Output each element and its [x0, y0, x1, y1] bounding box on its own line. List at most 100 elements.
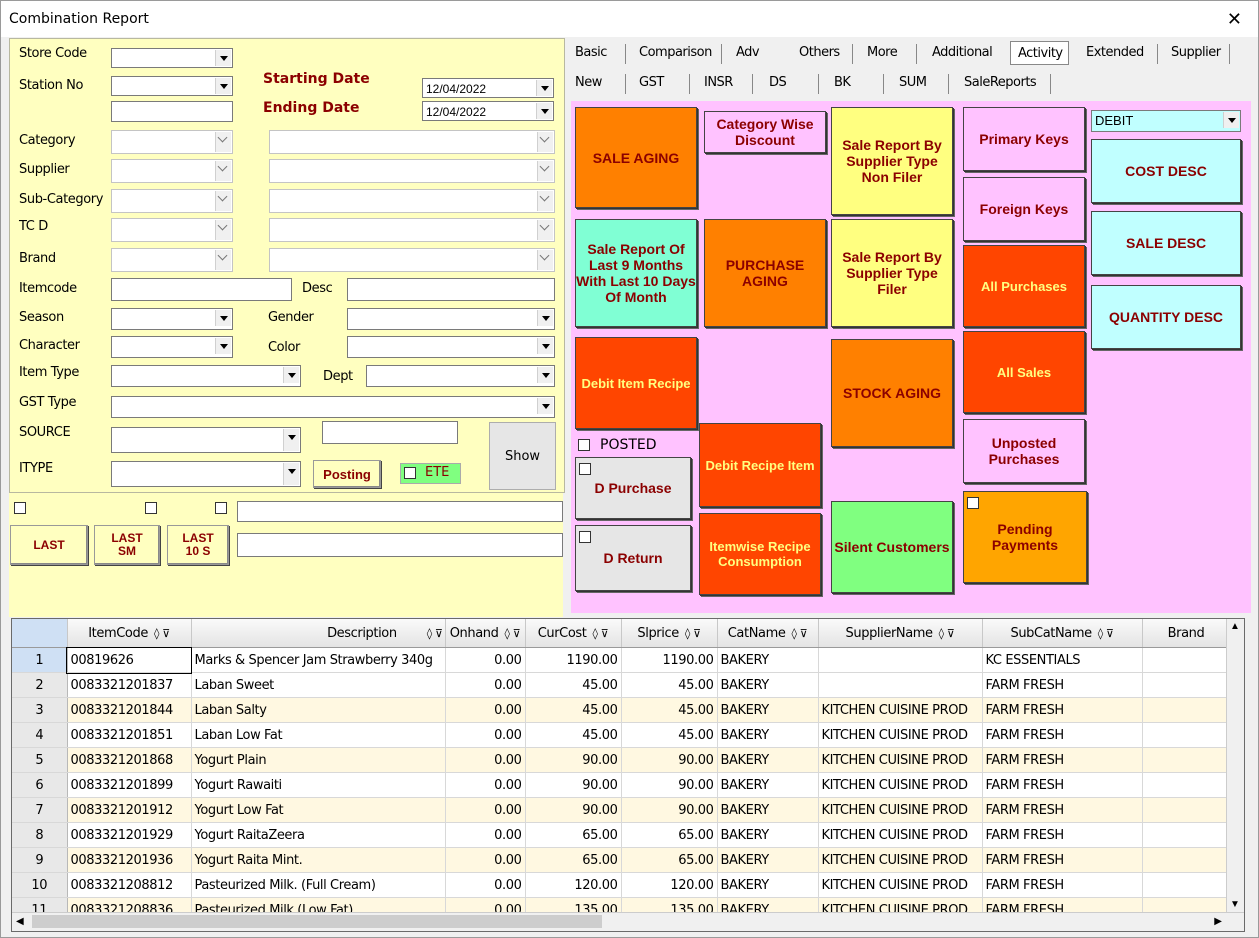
station-no-select[interactable]	[111, 76, 233, 96]
brand-select[interactable]	[111, 248, 233, 272]
cell-n[interactable]: 3	[12, 697, 68, 723]
quick-checkbox-2[interactable]	[145, 502, 157, 514]
cell-onhand[interactable]: 0.00	[445, 822, 526, 848]
table-row[interactable]: 9 0083321201936 Yogurt Raita Mint. 0.00 65.0…	[12, 847, 1231, 873]
tab-basic[interactable]: Basic	[575, 45, 607, 60]
cell-price[interactable]: 45.00	[621, 697, 718, 723]
d-purchase-button[interactable]: D Purchase	[575, 457, 691, 519]
cell-sup[interactable]: KITCHEN CUISINE PROD	[818, 747, 983, 773]
tab-additional[interactable]: Additional	[932, 45, 993, 60]
horizontal-scrollbar[interactable]: ◀ ▶	[12, 912, 1244, 931]
column-header[interactable]: SupplierName ◊ ⊽	[818, 619, 983, 648]
cell-cost[interactable]: 90.00	[525, 797, 622, 823]
table-row[interactable]: 1 00819626 Marks & Spencer Jam Strawberry …	[12, 646, 1231, 674]
table-row[interactable]: 2 0083321201837 Laban Sweet 0.00 45.00 45.00 B…	[12, 672, 1231, 698]
cell-sup[interactable]	[818, 672, 983, 698]
cell-cat[interactable]: BAKERY	[717, 697, 819, 723]
cell-cost[interactable]: 65.00	[525, 847, 622, 873]
cell-cat[interactable]: BAKERY	[717, 847, 819, 873]
gender-select[interactable]	[347, 308, 555, 330]
cell-brand[interactable]	[1142, 797, 1231, 823]
tab-salereports[interactable]: SaleReports	[964, 75, 1037, 90]
quick-text-field-1[interactable]	[237, 501, 563, 522]
cell-n[interactable]: 2	[12, 672, 68, 698]
cell-price[interactable]: 90.00	[621, 772, 718, 798]
filter-icon[interactable]: ◊ ⊽	[504, 627, 520, 640]
cell-sub[interactable]: FARM FRESH	[982, 672, 1143, 698]
sale-report-non-filer-button[interactable]: Sale Report By Supplier Type Non Filer	[831, 107, 953, 215]
column-header[interactable]: Description ◊ ⊽	[191, 619, 446, 648]
cell-sub[interactable]: FARM FRESH	[982, 772, 1143, 798]
desc-field[interactable]	[347, 278, 555, 301]
cell-sup[interactable]: KITCHEN CUISINE PROD	[818, 847, 983, 873]
column-header[interactable]: Onhand ◊ ⊽	[445, 619, 526, 648]
pending-payments-button[interactable]: Pending Payments	[963, 491, 1087, 583]
cell-code[interactable]: 0083321208812	[67, 872, 192, 898]
cell-cost[interactable]: 120.00	[525, 872, 622, 898]
debit-select[interactable]: DEBIT	[1091, 110, 1241, 132]
cell-sub[interactable]: FARM FRESH	[982, 722, 1143, 748]
cell-code[interactable]: 0083321201936	[67, 847, 192, 873]
cell-desc[interactable]: Laban Salty	[191, 697, 446, 723]
cell-code[interactable]: 0083321201929	[67, 822, 192, 848]
filter-icon[interactable]: ◊ ⊽	[1098, 627, 1114, 640]
column-header[interactable]: SubCatName ◊ ⊽	[982, 619, 1143, 648]
d-return-checkbox[interactable]	[579, 531, 591, 543]
cell-onhand[interactable]: 0.00	[445, 672, 526, 698]
sub-category-select[interactable]	[111, 189, 233, 213]
cell-n[interactable]: 5	[12, 747, 68, 773]
table-row[interactable]: 5 0083321201868 Yogurt Plain 0.00 90.00 90.00…	[12, 747, 1231, 773]
cell-n[interactable]: 6	[12, 772, 68, 798]
cell-desc[interactable]: Yogurt Plain	[191, 747, 446, 773]
tab-comparison[interactable]: Comparison	[639, 45, 712, 60]
cell-code[interactable]: 0083321201899	[67, 772, 192, 798]
filter-icon[interactable]: ◊ ⊽	[592, 627, 608, 640]
ete-checkbox[interactable]	[404, 467, 416, 479]
cell-cat[interactable]: BAKERY	[717, 772, 819, 798]
debit-recipe-item-button[interactable]: Debit Recipe Item	[699, 423, 821, 507]
tab-bk[interactable]: BK	[834, 75, 851, 90]
items-grid[interactable]: ItemCode ◊ ⊽ Description ◊ ⊽ Onhand ◊ ⊽ Cur…	[11, 618, 1245, 932]
primary-keys-button[interactable]: Primary Keys	[963, 107, 1085, 171]
station-text-field[interactable]	[111, 101, 233, 122]
filter-icon[interactable]: ◊ ⊽	[154, 627, 170, 640]
category-select[interactable]	[111, 130, 233, 154]
cell-desc[interactable]: Yogurt Low Fat	[191, 797, 446, 823]
table-row[interactable]: 10 0083321208812 Pasteurized Milk. (Full C…	[12, 872, 1231, 898]
stock-aging-button[interactable]: STOCK AGING	[831, 339, 953, 447]
cell-cost[interactable]: 45.00	[525, 722, 622, 748]
column-header[interactable]: CurCost ◊ ⊽	[525, 619, 622, 648]
filter-icon[interactable]: ◊ ⊽	[685, 627, 701, 640]
cell-brand[interactable]	[1142, 747, 1231, 773]
cell-n[interactable]: 1	[12, 647, 68, 673]
scroll-right-icon[interactable]: ▶	[1214, 916, 1222, 927]
cost-desc-button[interactable]: COST DESC	[1091, 139, 1241, 203]
show-button[interactable]: Show	[489, 422, 556, 490]
cell-n[interactable]: 4	[12, 722, 68, 748]
filter-icon[interactable]: ◊ ⊽	[939, 627, 955, 640]
cell-cost[interactable]: 90.00	[525, 747, 622, 773]
table-row[interactable]: 4 0083321201851 Laban Low Fat 0.00 45.00 45.0…	[12, 722, 1231, 748]
filter-icon[interactable]: ◊ ⊽	[791, 627, 807, 640]
itype-select[interactable]	[111, 461, 301, 487]
cell-cat[interactable]: BAKERY	[717, 822, 819, 848]
cell-brand[interactable]	[1142, 647, 1231, 673]
d-purchase-checkbox[interactable]	[579, 463, 591, 475]
dept-select[interactable]	[366, 365, 555, 387]
cell-sub[interactable]: KC ESSENTIALS	[982, 647, 1143, 673]
all-sales-button[interactable]: All Sales	[963, 331, 1085, 413]
cell-price[interactable]: 45.00	[621, 722, 718, 748]
column-header[interactable]: ItemCode ◊ ⊽	[67, 619, 192, 648]
supplier-desc-select[interactable]	[269, 159, 555, 183]
cell-sup[interactable]: KITCHEN CUISINE PROD	[818, 772, 983, 798]
cell-onhand[interactable]: 0.00	[445, 772, 526, 798]
cell-brand[interactable]	[1142, 697, 1231, 723]
category-wise-discount-button[interactable]: Category Wise Discount	[704, 111, 826, 153]
ending-date-picker[interactable]: 12/04/2022	[422, 101, 554, 121]
cell-cat[interactable]: BAKERY	[717, 747, 819, 773]
cell-brand[interactable]	[1142, 872, 1231, 898]
itemwise-recipe-button[interactable]: Itemwise Recipe Consumption	[699, 513, 821, 595]
table-row[interactable]: 8 0083321201929 Yogurt RaitaZeera 0.00 65.00…	[12, 822, 1231, 848]
tab-activity[interactable]: Activity	[1018, 46, 1063, 61]
brand-desc-select[interactable]	[269, 248, 555, 272]
